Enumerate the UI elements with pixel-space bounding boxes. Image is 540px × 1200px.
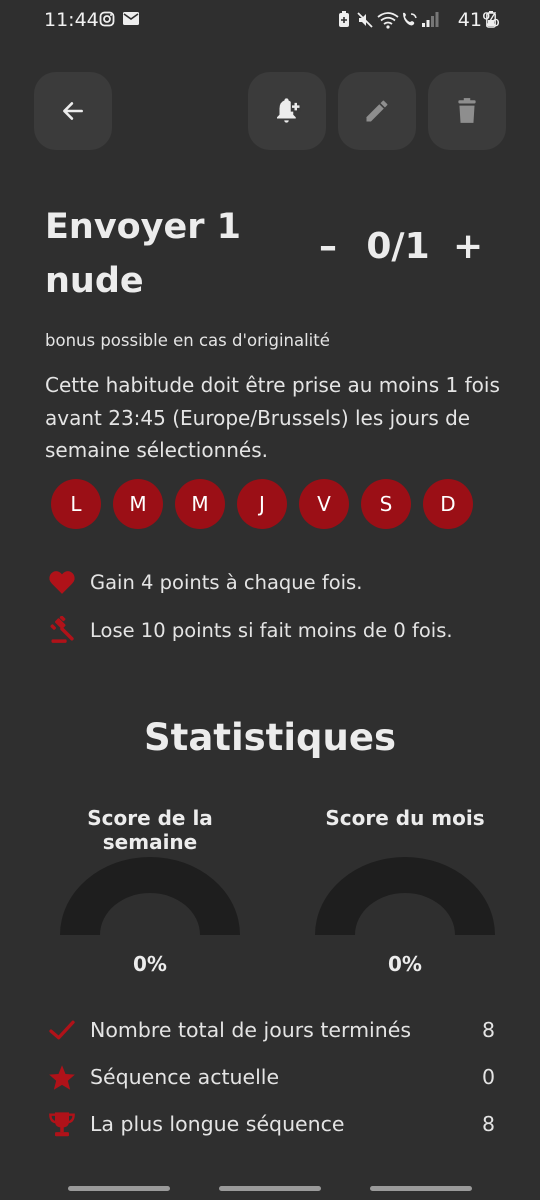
habit-description: Cette habitude doit être prise au moins … <box>45 373 500 462</box>
mute-icon <box>357 12 373 28</box>
status-time: 11:44 <box>44 9 99 31</box>
star-icon <box>49 1064 75 1090</box>
heart-icon <box>49 571 75 594</box>
nav-back-button[interactable] <box>370 1186 472 1191</box>
nav-home-button[interactable] <box>219 1186 321 1191</box>
battery-icon <box>486 11 496 28</box>
week-score-gauge <box>60 857 240 935</box>
edit-button[interactable] <box>338 72 416 150</box>
wifi-call-icon <box>403 12 417 26</box>
habit-subtitle: bonus possible en cas d'originalité <box>45 331 330 350</box>
lose-rule-text: Lose 10 points si fait moins de 0 fois. <box>90 618 453 642</box>
month-score-gauge <box>315 857 495 935</box>
day-tuesday[interactable]: M <box>113 479 163 529</box>
stats-title: Statistiques <box>143 716 396 759</box>
week-score-label: Score de la semaine <box>87 806 213 854</box>
gain-rule: Gain 4 points à chaque fois. <box>45 567 362 597</box>
day-friday[interactable]: V <box>299 479 349 529</box>
day-sunday[interactable]: D <box>423 479 473 529</box>
habit-counter: – 0/1 + <box>313 226 483 267</box>
current-streak-label: Séquence actuelle <box>90 1065 280 1089</box>
trash-icon <box>458 98 476 123</box>
gain-rule-text: Gain 4 points à chaque fois. <box>90 570 363 594</box>
day-monday[interactable]: L <box>51 479 101 529</box>
battery-saver-icon <box>339 11 349 27</box>
total-days-label: Nombre total de jours terminés <box>90 1018 412 1042</box>
pencil-icon <box>366 100 388 122</box>
longest-streak-value: 8 <box>481 1112 495 1136</box>
decrement-button[interactable]: – <box>313 226 343 267</box>
day-saturday[interactable]: S <box>361 479 411 529</box>
month-score-label: Score du mois <box>325 806 485 830</box>
wifi-icon <box>377 12 399 29</box>
add-reminder-button[interactable] <box>248 72 326 150</box>
back-button[interactable] <box>34 72 112 150</box>
current-streak-row: Séquence actuelle 0 <box>45 1062 495 1092</box>
total-days-value: 8 <box>481 1018 495 1042</box>
current-streak-value: 0 <box>481 1065 495 1089</box>
lose-rule: Lose 10 points si fait moins de 0 fois. <box>45 615 453 645</box>
increment-button[interactable]: + <box>453 226 483 267</box>
nav-recents-button[interactable] <box>68 1186 170 1191</box>
gavel-icon <box>50 616 74 643</box>
arrow-left-icon <box>63 102 83 120</box>
weekday-selector: L M M J V S D <box>51 479 473 529</box>
bell-plus-icon <box>277 98 301 123</box>
day-wednesday[interactable]: M <box>175 479 225 529</box>
longest-streak-label: La plus longue séquence <box>90 1112 345 1136</box>
total-days-row: Nombre total de jours terminés 8 <box>45 1015 495 1045</box>
trophy-icon <box>49 1112 75 1137</box>
signal-icon <box>422 12 439 27</box>
counter-value: 0/1 <box>366 226 430 267</box>
habit-title: Envoyer 1 nude <box>45 207 242 301</box>
check-icon <box>49 1020 75 1040</box>
day-thursday[interactable]: J <box>237 479 287 529</box>
delete-button[interactable] <box>428 72 506 150</box>
mail-icon <box>123 12 139 25</box>
week-score-value: 0% <box>133 952 167 976</box>
instagram-icon <box>99 11 115 27</box>
longest-streak-row: La plus longue séquence 8 <box>45 1109 495 1139</box>
month-score-value: 0% <box>388 952 422 976</box>
